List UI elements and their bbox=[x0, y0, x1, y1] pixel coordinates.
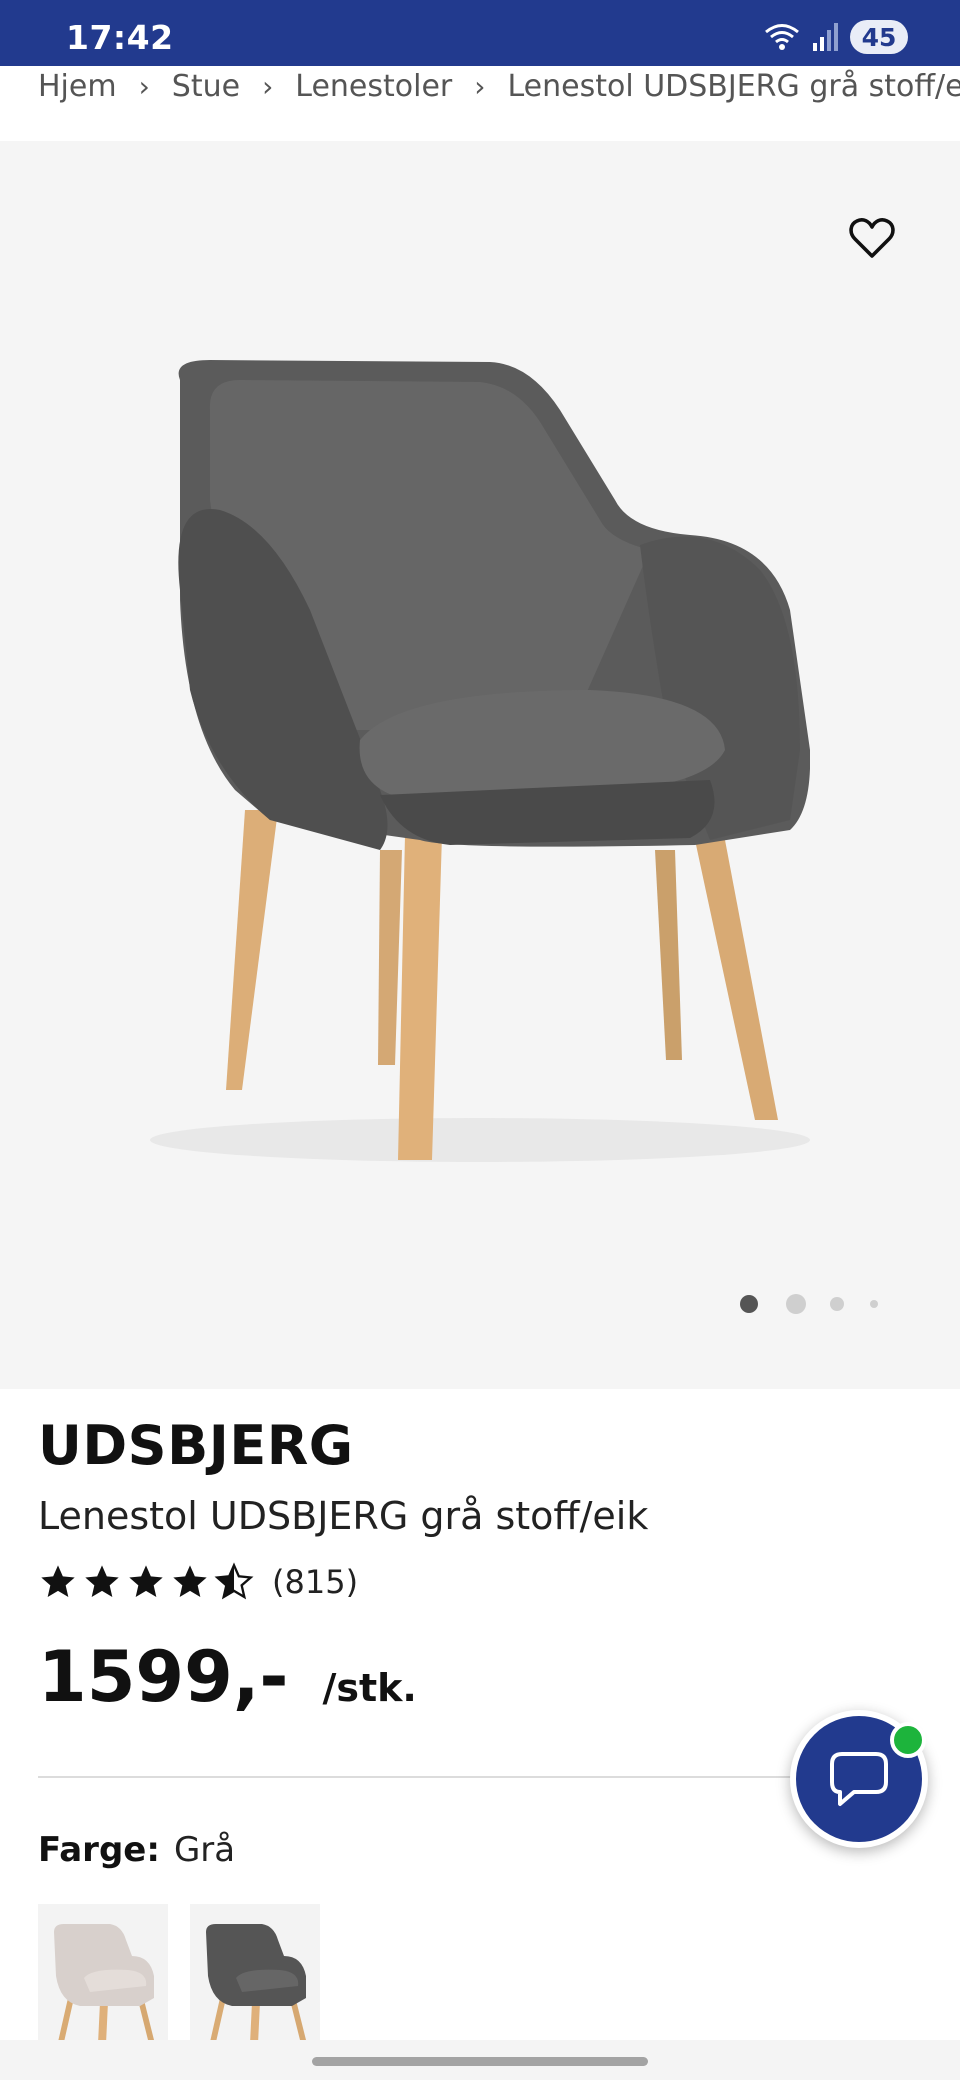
price-row: 1599,- /stk. bbox=[38, 1636, 417, 1718]
color-swatch-beige[interactable] bbox=[38, 1904, 168, 2042]
color-swatch-gra[interactable] bbox=[190, 1904, 320, 2042]
gallery-dot-active[interactable] bbox=[740, 1295, 758, 1313]
product-name: Lenestol UDSBJERG grå stoff/eik bbox=[38, 1494, 649, 1538]
gallery-dot[interactable] bbox=[830, 1297, 844, 1311]
star-icon bbox=[85, 1565, 119, 1597]
chair-thumbnail bbox=[206, 1924, 306, 2040]
wifi-icon bbox=[765, 24, 799, 50]
product-price: 1599,- bbox=[38, 1636, 289, 1718]
color-swatches bbox=[38, 1904, 320, 2042]
signal-icon bbox=[813, 23, 838, 51]
product-image bbox=[150, 360, 810, 1162]
breadcrumb-home[interactable]: Hjem bbox=[38, 69, 117, 104]
breadcrumb-lenestoler[interactable]: Lenestoler bbox=[295, 69, 452, 104]
battery-level: 45 bbox=[861, 22, 897, 52]
chevron-right-icon: › bbox=[138, 69, 150, 103]
star-icon bbox=[129, 1565, 163, 1597]
status-icons: 45 bbox=[764, 20, 908, 54]
star-rating bbox=[38, 1562, 254, 1602]
chevron-right-icon: › bbox=[474, 69, 486, 103]
online-status-indicator bbox=[890, 1722, 926, 1758]
home-indicator[interactable] bbox=[312, 2057, 648, 2066]
breadcrumb-stue[interactable]: Stue bbox=[172, 69, 240, 104]
chat-bubble-icon bbox=[830, 1752, 888, 1806]
divider bbox=[38, 1776, 798, 1778]
color-selector-label: Farge: Grå bbox=[38, 1830, 235, 1870]
chevron-right-icon: › bbox=[262, 69, 274, 103]
rating-count: (815) bbox=[272, 1563, 359, 1601]
chair-thumbnail bbox=[54, 1924, 154, 2040]
battery-icon: 45 bbox=[850, 20, 908, 54]
price-unit: /stk. bbox=[322, 1666, 417, 1710]
gallery-dot[interactable] bbox=[870, 1300, 878, 1308]
star-icon bbox=[173, 1565, 207, 1597]
gallery-dot[interactable] bbox=[786, 1294, 806, 1314]
status-bar: 17:42 45 bbox=[0, 0, 960, 66]
breadcrumb: Hjem › Stue › Lenestoler › Lenestol UDSB… bbox=[38, 64, 960, 108]
star-icon bbox=[41, 1565, 75, 1597]
product-rating[interactable]: (815) bbox=[38, 1560, 358, 1604]
color-value: Grå bbox=[173, 1830, 236, 1870]
breadcrumb-current[interactable]: Lenestol UDSBJERG grå stoff/eil bbox=[507, 69, 960, 104]
gallery-pagination bbox=[740, 1294, 878, 1314]
status-time: 17:42 bbox=[66, 18, 174, 57]
product-brand: UDSBJERG bbox=[38, 1414, 354, 1477]
star-half-icon bbox=[214, 1562, 254, 1600]
heart-outline-icon[interactable] bbox=[848, 216, 896, 260]
color-label: Farge: bbox=[38, 1830, 160, 1870]
